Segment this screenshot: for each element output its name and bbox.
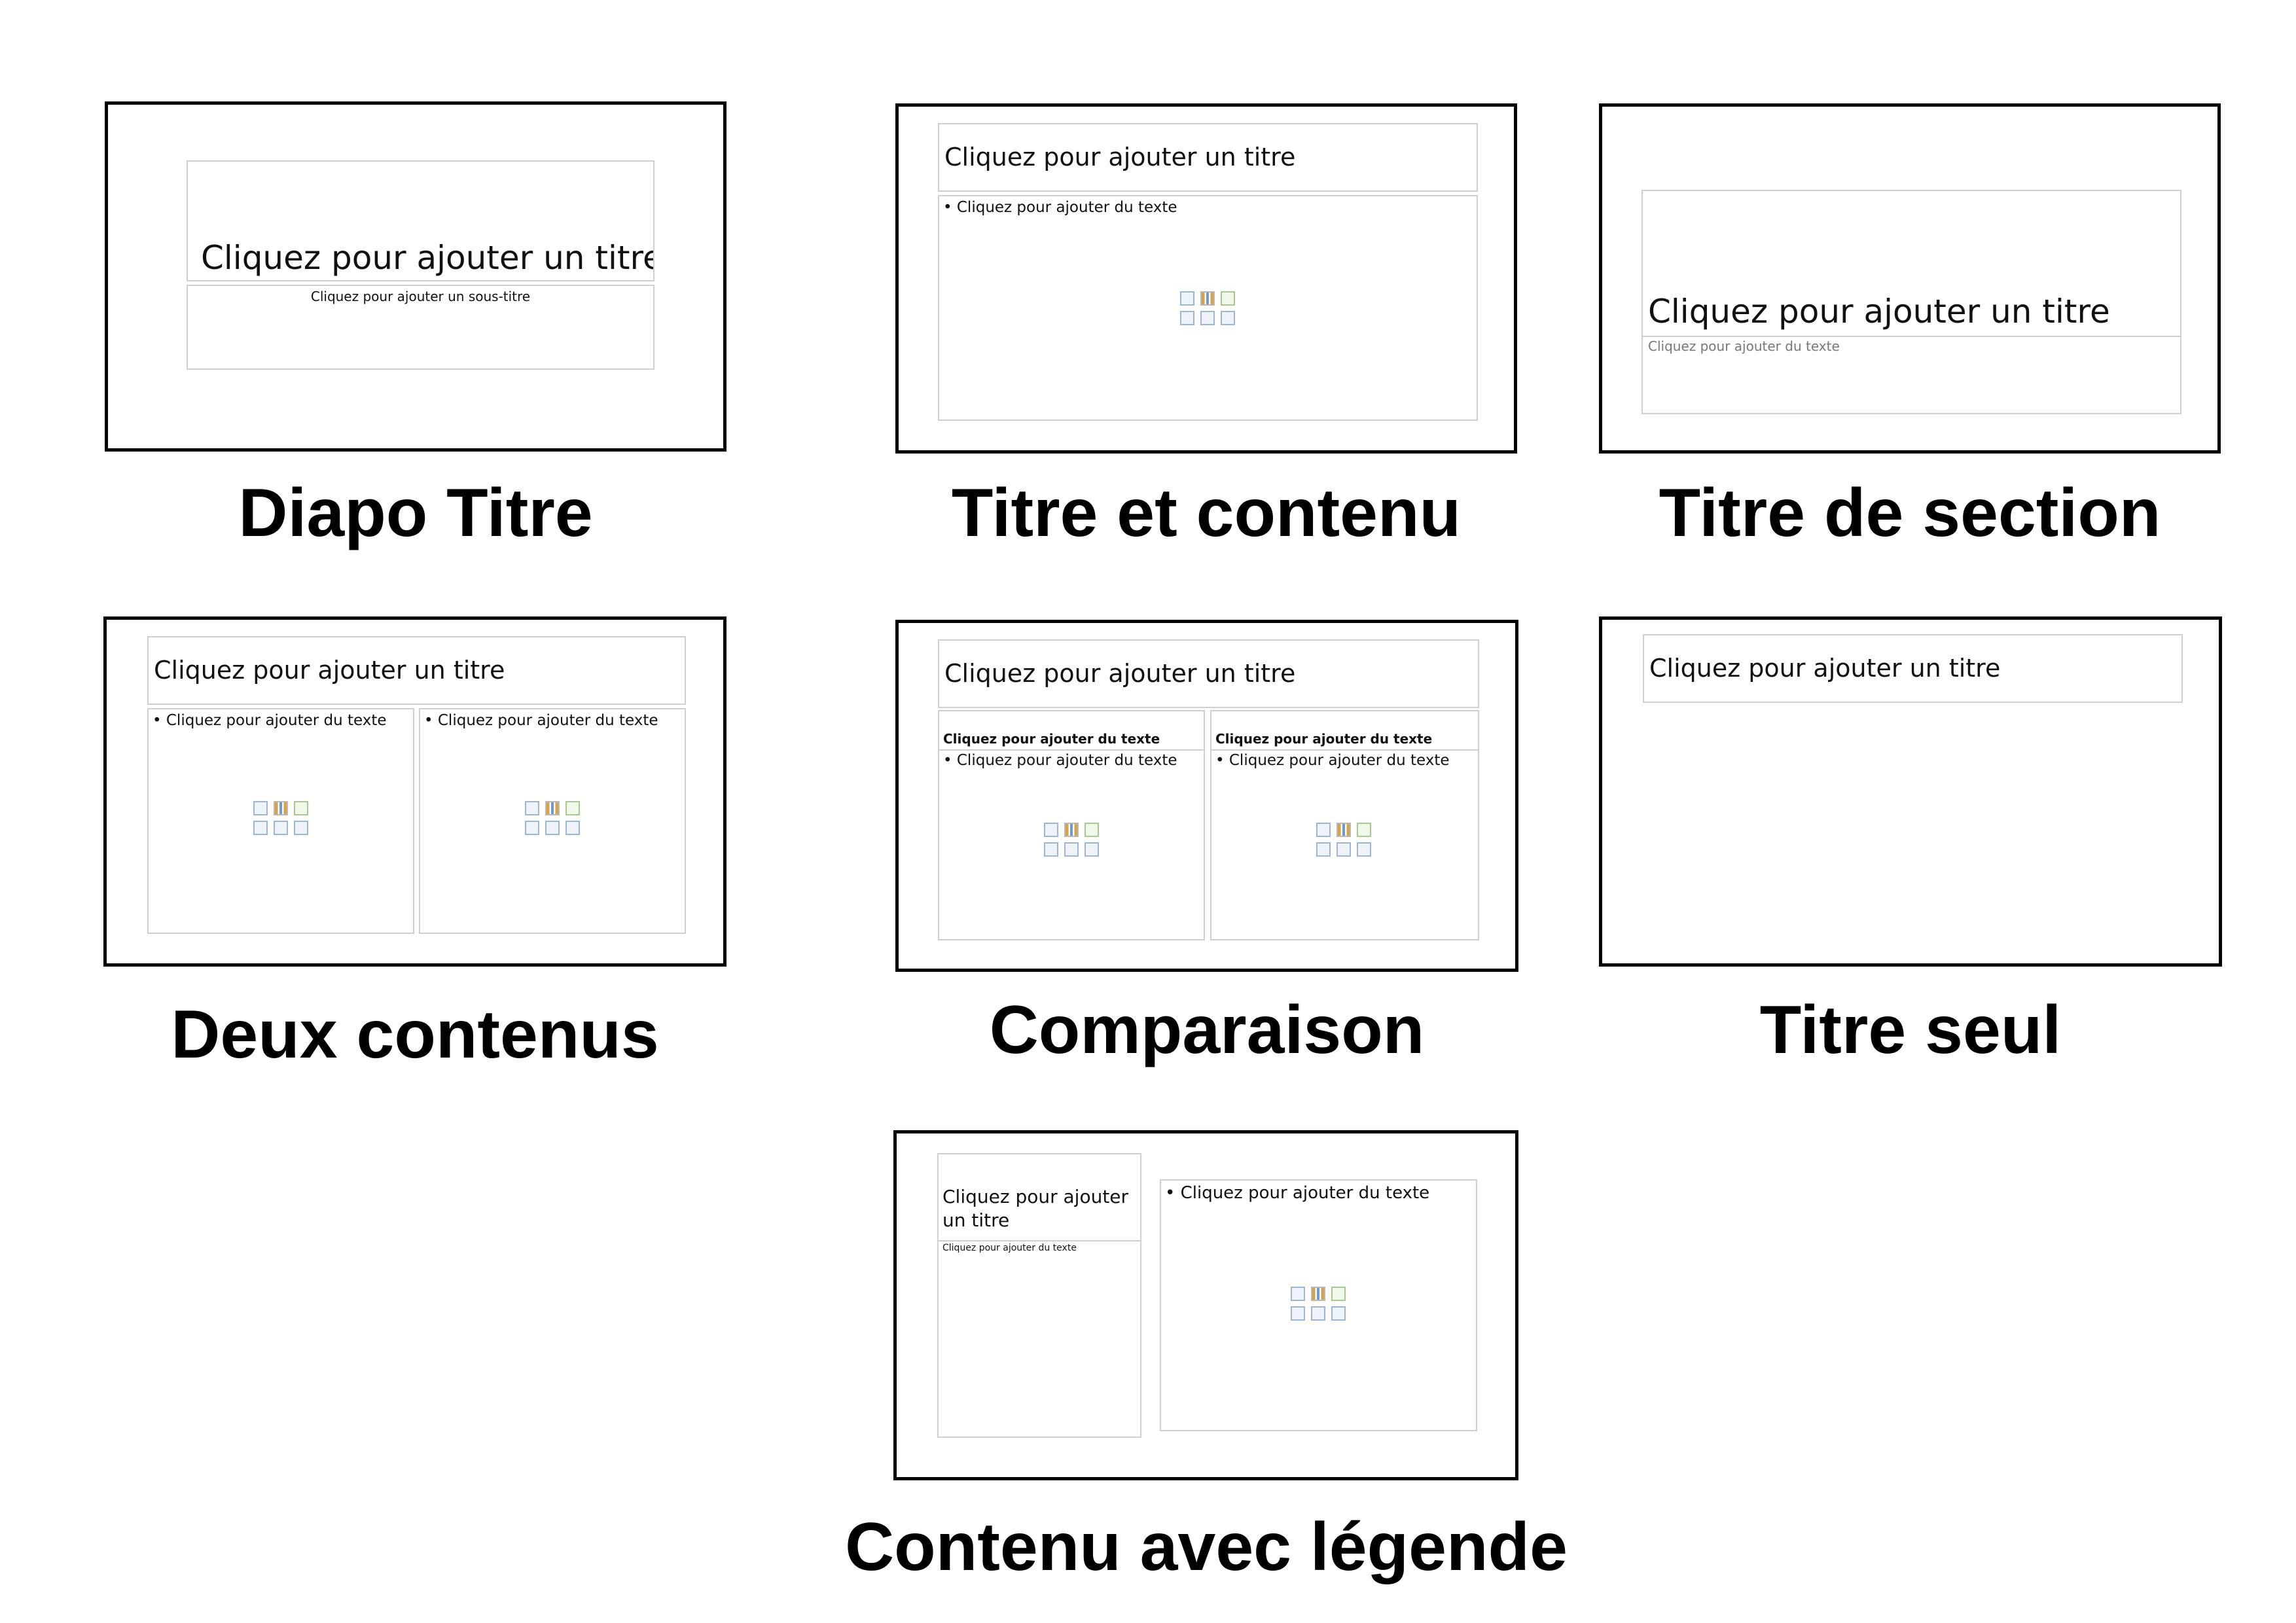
picture-icon[interactable] (253, 821, 268, 835)
content-placeholder[interactable]: • Cliquez pour ajouter du texte (1160, 1179, 1477, 1431)
chart-icon[interactable] (1336, 823, 1351, 837)
caption-text-placeholder-text: Cliquez pour ajouter du texte (942, 1243, 1077, 1253)
right-content-placeholder[interactable]: • Cliquez pour ajouter du texte (419, 708, 686, 934)
layout-thumbnail-deux-contenus[interactable]: Cliquez pour ajouter un titre • Cliquez … (103, 616, 726, 967)
content-placeholder-text: • Cliquez pour ajouter du texte (1165, 1183, 1430, 1203)
title-placeholder[interactable]: Cliquez pour ajouter un titre (937, 1153, 1141, 1241)
title-placeholder-text: Cliquez pour ajouter un titre (201, 239, 655, 277)
caption-text-placeholder[interactable]: Cliquez pour ajouter du texte (937, 1241, 1141, 1438)
layout-thumbnail-contenu-avec-legende[interactable]: Cliquez pour ajouter un titre Cliquez po… (893, 1130, 1518, 1480)
title-placeholder[interactable]: Cliquez pour ajouter un titre (147, 636, 686, 705)
heading-placeholder-text: Cliquez pour ajouter du texte (943, 731, 1160, 747)
online-picture-icon[interactable] (1200, 311, 1215, 325)
title-placeholder[interactable]: Cliquez pour ajouter un titre (1643, 634, 2183, 703)
layout-thumbnail-titre-seul[interactable]: Cliquez pour ajouter un titre (1599, 616, 2222, 967)
chart-icon[interactable] (1200, 291, 1215, 306)
layout-caption-comparaison: Comparaison (989, 992, 1425, 1068)
content-placeholder-text: • Cliquez pour ajouter du texte (1215, 752, 1450, 769)
smartart-icon[interactable] (565, 801, 580, 815)
text-placeholder[interactable]: Cliquez pour ajouter du texte (1641, 337, 2181, 414)
title-placeholder-text: Cliquez pour ajouter un titre (1649, 654, 2001, 683)
layout-caption-titre-seul: Titre seul (1759, 992, 2062, 1068)
layout-thumbnail-diapo-titre[interactable]: Cliquez pour ajouter un titre Cliquez po… (105, 101, 726, 452)
smartart-icon[interactable] (1221, 291, 1235, 306)
table-icon[interactable] (253, 801, 268, 815)
layout-thumbnail-titre-de-section[interactable]: Cliquez pour ajouter un titre Cliquez po… (1599, 103, 2221, 454)
layout-caption-diapo-titre: Diapo Titre (238, 475, 593, 551)
chart-icon[interactable] (545, 801, 560, 815)
video-icon[interactable] (294, 821, 308, 835)
content-placeholder-text: • Cliquez pour ajouter du texte (943, 199, 1177, 216)
online-picture-icon[interactable] (1336, 842, 1351, 857)
content-placeholder[interactable]: • Cliquez pour ajouter du texte (938, 195, 1478, 421)
layout-caption-titre-et-contenu: Titre et contenu (951, 475, 1462, 551)
title-placeholder[interactable]: Cliquez pour ajouter un titre (187, 160, 655, 281)
smartart-icon[interactable] (1331, 1287, 1346, 1301)
picture-icon[interactable] (525, 821, 539, 835)
table-icon[interactable] (525, 801, 539, 815)
online-picture-icon[interactable] (1064, 842, 1079, 857)
layout-thumbnail-titre-et-contenu[interactable]: Cliquez pour ajouter un titre • Cliquez … (895, 103, 1517, 454)
picture-icon[interactable] (1180, 311, 1194, 325)
insert-content-icons (253, 801, 311, 838)
content-placeholder-text: • Cliquez pour ajouter du texte (424, 712, 658, 729)
title-placeholder-text: Cliquez pour ajouter un titre (154, 656, 505, 685)
insert-content-icons (1316, 823, 1374, 859)
subtitle-placeholder-text: Cliquez pour ajouter un sous-titre (310, 289, 531, 304)
heading-placeholder-text: Cliquez pour ajouter du texte (1215, 731, 1433, 747)
table-icon[interactable] (1044, 823, 1058, 837)
layout-caption-deux-contenus: Deux contenus (171, 997, 659, 1073)
insert-content-icons (1291, 1287, 1348, 1323)
picture-icon[interactable] (1044, 842, 1058, 857)
layout-thumbnail-comparaison[interactable]: Cliquez pour ajouter un titre Cliquez po… (895, 620, 1518, 972)
title-placeholder-text: Cliquez pour ajouter un titre (944, 659, 1296, 688)
text-placeholder-text: Cliquez pour ajouter du texte (1648, 338, 1840, 354)
picture-icon[interactable] (1291, 1306, 1305, 1321)
picture-icon[interactable] (1316, 842, 1331, 857)
table-icon[interactable] (1291, 1287, 1305, 1301)
layout-caption-titre-de-section: Titre de section (1659, 475, 2161, 551)
smartart-icon[interactable] (1357, 823, 1371, 837)
smartart-icon[interactable] (294, 801, 308, 815)
layout-caption-contenu-avec-legende: Contenu avec légende (845, 1509, 1568, 1585)
content-placeholder-text: • Cliquez pour ajouter du texte (152, 712, 387, 729)
chart-icon[interactable] (1064, 823, 1079, 837)
video-icon[interactable] (1221, 311, 1235, 325)
left-heading-placeholder[interactable]: Cliquez pour ajouter du texte (938, 710, 1205, 751)
chart-icon[interactable] (1311, 1287, 1325, 1301)
subtitle-placeholder[interactable]: Cliquez pour ajouter un sous-titre (187, 285, 655, 370)
video-icon[interactable] (1331, 1306, 1346, 1321)
online-picture-icon[interactable] (545, 821, 560, 835)
insert-content-icons (1044, 823, 1102, 859)
insert-content-icons (525, 801, 583, 838)
title-placeholder[interactable]: Cliquez pour ajouter un titre (1641, 190, 2181, 337)
smartart-icon[interactable] (1085, 823, 1099, 837)
content-placeholder-text: • Cliquez pour ajouter du texte (943, 752, 1177, 769)
insert-content-icons (1180, 291, 1238, 328)
title-placeholder-text-line1: Cliquez pour ajouter (942, 1186, 1129, 1207)
title-placeholder[interactable]: Cliquez pour ajouter un titre (938, 639, 1479, 708)
video-icon[interactable] (1085, 842, 1099, 857)
right-content-placeholder[interactable]: • Cliquez pour ajouter du texte (1210, 751, 1479, 940)
title-placeholder-text-line2: un titre (942, 1209, 1010, 1231)
video-icon[interactable] (565, 821, 580, 835)
right-heading-placeholder[interactable]: Cliquez pour ajouter du texte (1210, 710, 1479, 751)
chart-icon[interactable] (274, 801, 288, 815)
title-placeholder-text: Cliquez pour ajouter un titre (1648, 293, 2110, 330)
left-content-placeholder[interactable]: • Cliquez pour ajouter du texte (147, 708, 414, 934)
table-icon[interactable] (1180, 291, 1194, 306)
title-placeholder-text: Cliquez pour ajouter un titre (944, 143, 1296, 171)
left-content-placeholder[interactable]: • Cliquez pour ajouter du texte (938, 751, 1205, 940)
table-icon[interactable] (1316, 823, 1331, 837)
title-placeholder[interactable]: Cliquez pour ajouter un titre (938, 123, 1478, 192)
online-picture-icon[interactable] (1311, 1306, 1325, 1321)
video-icon[interactable] (1357, 842, 1371, 857)
online-picture-icon[interactable] (274, 821, 288, 835)
